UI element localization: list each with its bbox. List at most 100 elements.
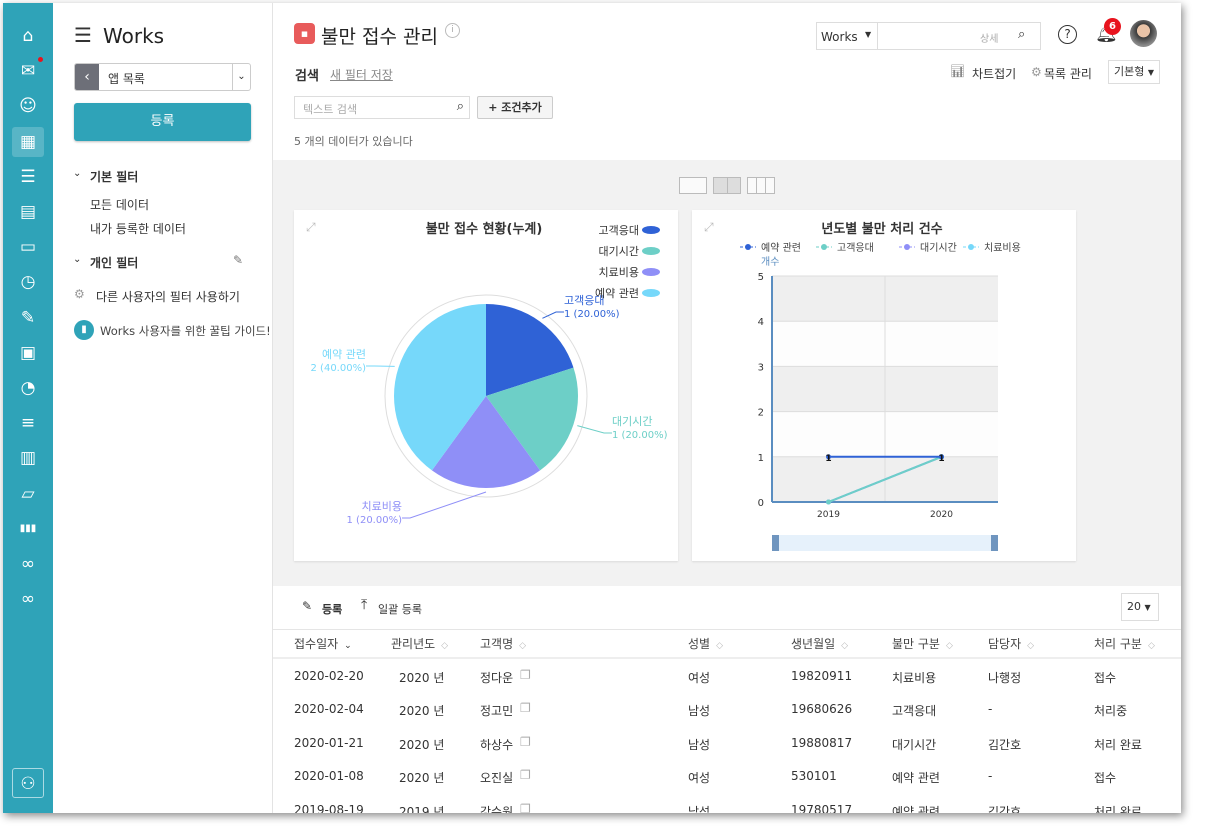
guide-link[interactable]: Works 사용자를 위한 꿀팁 가이드! — [100, 323, 271, 339]
notification-badge: 6 — [1104, 18, 1121, 35]
table-cell: 2020-02-20 — [294, 669, 364, 683]
calendar-icon[interactable]: ▤ — [12, 197, 44, 227]
add-condition-label: 조건추가 — [501, 101, 542, 114]
table-cell: 처리중 — [1094, 704, 1128, 719]
chart-icon[interactable]: ◔ — [12, 373, 44, 403]
column-header[interactable]: 생년월일 ◇ — [791, 630, 848, 660]
layout-3col-button[interactable] — [747, 177, 775, 194]
folder-icon[interactable]: ▱ — [12, 479, 44, 509]
hamburger-icon[interactable]: ☰ — [74, 23, 92, 47]
personal-filter-heading[interactable]: 개인 필터 — [90, 254, 138, 271]
global-search[interactable]: Works ▼ 상세 ⌕ — [816, 22, 1041, 50]
column-header[interactable]: 관리년도 ◇ — [391, 630, 448, 660]
filter-my-data[interactable]: 내가 등록한 데이터 — [90, 220, 186, 237]
table-row[interactable]: 2019-08-19 2019 년 강수원 ❐ 남성 19780517 예약 관련 김간호 처리… — [273, 793, 1181, 813]
popup-icon[interactable]: ❐ — [520, 768, 531, 782]
table-row[interactable]: 2020-02-20 2020 년 정다운 ❐ 여성 19820911 치료비용 나행정 접수 — [273, 659, 1181, 692]
legend-label: 대기시간 — [599, 245, 639, 258]
pie-chart-card: ⤢ 불만 접수 현황(누계) 고객응대 1 (20.00%) 고객응대 대기시간 1 (2… — [294, 210, 678, 561]
table-cell[interactable]: 오진실 — [480, 769, 513, 786]
briefcase-icon[interactable]: ▥ — [12, 443, 44, 473]
legend-swatch — [642, 247, 660, 255]
scope-select[interactable]: Works — [821, 30, 858, 44]
list-manage-button[interactable]: 목록 관리 — [1044, 65, 1092, 82]
y-tick-label: 5 — [758, 272, 764, 283]
table-row[interactable]: 2020-02-04 2020 년 정고민 ❐ 남성 19680626 고객응대 - 처리중 — [273, 692, 1181, 725]
register-button[interactable]: 등록 — [74, 103, 251, 141]
column-header[interactable]: 처리 구분 ◇ — [1094, 630, 1155, 660]
clock-icon[interactable]: ◷ — [12, 267, 44, 297]
table-cell[interactable]: 강수원 — [480, 803, 513, 813]
legend-swatch — [642, 289, 660, 297]
table-row[interactable]: 2020-01-21 2020 년 하상수 ❐ 남성 19880817 대기시간 김간호 처리 … — [273, 726, 1181, 759]
x-tick-label: 2020 — [930, 510, 953, 520]
apps-icon[interactable]: ▦ — [12, 126, 44, 157]
table-cell: - — [988, 769, 993, 784]
legend-swatch — [642, 226, 660, 234]
search-icon[interactable]: ⌕ — [1018, 27, 1025, 42]
column-header-label: 불만 구분 — [892, 637, 940, 651]
chart-fold-button[interactable]: 차트접기 — [972, 65, 1016, 82]
layout-1col-button[interactable] — [679, 177, 707, 194]
table-cell: 예약 관련 — [892, 804, 940, 813]
search-icon[interactable]: ⌕ — [457, 99, 464, 114]
save-filter-link[interactable]: 새 필터 저장 — [330, 66, 393, 83]
help-icon[interactable]: ? — [1058, 25, 1077, 44]
bulk-register-button[interactable]: 일괄 등록 — [378, 601, 422, 617]
home-icon[interactable]: ⌂ — [12, 21, 44, 51]
table-cell: 2019 년 — [399, 804, 445, 813]
add-condition-button[interactable]: + 조건추가 — [477, 96, 553, 119]
edit-icon[interactable]: ✎ — [12, 303, 44, 333]
link-icon[interactable]: ∞ — [12, 549, 44, 579]
view-type-select[interactable]: 기본형 ▼ — [1108, 60, 1160, 84]
table-cell: 대기시간 — [892, 737, 937, 752]
chevron-down-icon[interactable]: ⌄ — [73, 168, 81, 179]
column-header[interactable]: 담당자 ◇ — [988, 630, 1034, 660]
contacts-icon[interactable]: ☺ — [12, 91, 44, 121]
link-icon-2[interactable]: ∞ — [12, 584, 44, 614]
filter-all-data[interactable]: 모든 데이터 — [90, 196, 149, 213]
table-cell: 19680626 — [791, 702, 853, 717]
pencil-icon[interactable]: ✎ — [233, 253, 243, 267]
layout-2col-button[interactable] — [713, 177, 741, 194]
table-cell[interactable]: 정고민 — [480, 702, 513, 719]
storage-icon[interactable]: ≡ — [12, 408, 44, 438]
chevron-down-icon[interactable]: ⌄ — [73, 254, 81, 265]
column-header[interactable]: 성별 ◇ — [688, 630, 723, 660]
report-icon[interactable]: ▣ — [12, 338, 44, 368]
popup-icon[interactable]: ❐ — [520, 735, 531, 749]
table-cell: 처리 완료 — [1094, 804, 1142, 813]
table-cell[interactable]: 하상수 — [480, 736, 513, 753]
sort-icon: ◇ — [716, 641, 724, 651]
line-title: 년도별 불만 처리 건수 — [821, 221, 942, 237]
app-select[interactable]: ‹ 앱 목록 ⌄ — [74, 63, 251, 91]
table-cell[interactable]: 정다운 — [480, 669, 513, 686]
popup-icon[interactable]: ❐ — [520, 802, 531, 813]
basic-filter-heading[interactable]: 기본 필터 — [90, 168, 138, 185]
library-icon[interactable]: ▮▮▮ — [12, 514, 44, 544]
chart-icon: 📊︎ — [950, 64, 966, 78]
sort-icon: ◇ — [841, 641, 849, 651]
table-cell: 19780517 — [791, 802, 853, 813]
page-size-select[interactable]: 20 ▼ — [1121, 593, 1159, 621]
page-title: 불만 접수 관리 — [321, 26, 438, 48]
list-icon[interactable]: ☰ — [12, 162, 44, 192]
column-header[interactable]: 고객명 ◇ — [480, 630, 526, 660]
column-header[interactable]: 접수일자 ⌄ — [294, 630, 352, 660]
table-cell: 김간호 — [988, 804, 1022, 813]
popup-icon[interactable]: ❐ — [520, 701, 531, 715]
column-header[interactable]: 불만 구분 ◇ — [892, 630, 953, 660]
avatar[interactable] — [1130, 20, 1157, 47]
org-chart-icon[interactable]: ⚇ — [12, 768, 44, 798]
search-input[interactable]: 텍스트 검색 ⌕ — [294, 96, 470, 119]
table-row[interactable]: 2020-01-08 2020 년 오진실 ❐ 여성 530101 예약 관련 - 접수 — [273, 759, 1181, 792]
other-user-filter-link[interactable]: 다른 사용자의 필터 사용하기 — [96, 288, 240, 305]
info-icon[interactable]: i — [445, 23, 460, 38]
table-cell: 남성 — [688, 704, 711, 719]
popup-icon[interactable]: ❐ — [520, 668, 531, 682]
x-tick-label: 2019 — [817, 510, 840, 520]
chat-icon[interactable]: ▭ — [12, 232, 44, 262]
list-register-button[interactable]: 등록 — [322, 601, 342, 617]
detail-search[interactable]: 상세 — [980, 30, 998, 45]
back-icon[interactable]: ‹ — [75, 64, 99, 90]
